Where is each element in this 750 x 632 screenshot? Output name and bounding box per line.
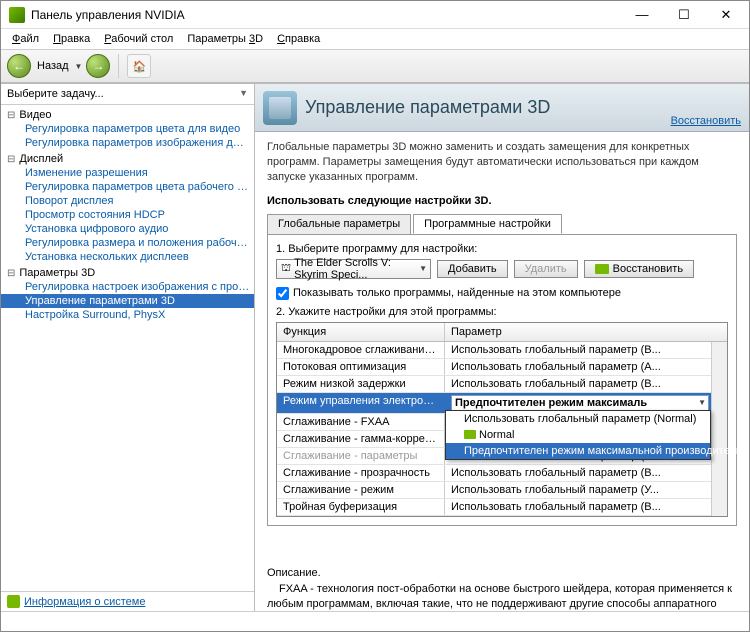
tree-item[interactable]: Установка нескольких дисплеев <box>1 250 254 264</box>
table-row[interactable]: Сглаживание - прозрачностьИспользовать г… <box>277 465 727 482</box>
settings-tabs: Глобальные параметры Программные настрой… <box>267 214 737 235</box>
tab-program[interactable]: Программные настройки <box>413 214 562 234</box>
table-row[interactable]: Тройная буферизацияИспользовать глобальн… <box>277 499 727 516</box>
step2-label: 2. Укажите настройки для этой программы: <box>276 306 728 318</box>
tree-item[interactable]: Регулировка параметров цвета рабочего ст… <box>1 180 254 194</box>
table-row[interactable]: Сглаживание - режимИспользовать глобальн… <box>277 482 727 499</box>
table-row[interactable]: Потоковая оптимизацияИспользовать глобал… <box>277 359 727 376</box>
desc-body: FXAA - технология пост-обработки на осно… <box>267 582 737 611</box>
tree-item[interactable]: Регулировка параметров цвета для видео <box>1 122 254 136</box>
back-button[interactable]: ← <box>7 54 31 78</box>
step1-label: 1. Выберите программу для настройки: <box>276 243 728 255</box>
tree-item[interactable]: Поворот дисплея <box>1 194 254 208</box>
maximize-button[interactable]: ☐ <box>663 2 705 28</box>
tree-item[interactable]: Просмотр состояния HDCP <box>1 208 254 222</box>
menu-bar: Файл Правка Рабочий стол Параметры 3D Сп… <box>1 29 749 49</box>
tree-item[interactable]: Установка цифрового аудио <box>1 222 254 236</box>
restore-program-button[interactable]: Восстановить <box>584 260 694 278</box>
page-description: Глобальные параметры 3D можно заменить и… <box>267 140 737 185</box>
show-only-label: Показывать только программы, найденные н… <box>293 287 621 299</box>
remove-button: Удалить <box>514 260 578 278</box>
nvidia-app-icon <box>9 7 25 23</box>
minimize-button[interactable]: — <box>621 2 663 28</box>
title-bar: Панель управления NVIDIA — ☐ ✕ <box>1 1 749 29</box>
menu-3d[interactable]: Параметры 3D <box>182 31 268 47</box>
tree-item[interactable]: Изменение разрешения <box>1 166 254 180</box>
back-label: Назад <box>37 60 69 72</box>
menu-help[interactable]: Справка <box>272 31 325 47</box>
task-label: Выберите задачу... <box>7 88 104 100</box>
tab-content: 1. Выберите программу для настройки: ⛫ T… <box>267 234 737 526</box>
tree-item[interactable]: Регулировка настроек изображения с просм… <box>1 280 254 294</box>
chevron-down-icon: ▼ <box>419 264 427 273</box>
program-select[interactable]: ⛫ The Elder Scrolls V: Skyrim Speci... ▼ <box>276 259 431 279</box>
tree-item[interactable]: Настройка Surround, PhysX <box>1 308 254 322</box>
page-title: Управление параметрами 3D <box>305 97 671 118</box>
window-title: Панель управления NVIDIA <box>31 8 621 22</box>
forward-button[interactable]: → <box>86 54 110 78</box>
col-function-header[interactable]: Функция <box>277 323 445 341</box>
system-info-link[interactable]: Информация о системе <box>24 596 145 608</box>
tab-global[interactable]: Глобальные параметры <box>267 214 411 234</box>
home-button[interactable]: 🏠 <box>127 54 151 78</box>
restore-defaults-link[interactable]: Восстановить <box>671 115 741 131</box>
program-select-value: The Elder Scrolls V: Skyrim Speci... <box>294 257 426 281</box>
tree-item[interactable]: Регулировка размера и положения рабочего… <box>1 236 254 250</box>
tree-group-Параметры 3D[interactable]: Параметры 3D <box>1 266 254 280</box>
menu-file[interactable]: Файл <box>7 31 44 47</box>
tree-item[interactable]: Управление параметрами 3D <box>1 294 254 308</box>
task-tree[interactable]: ВидеоРегулировка параметров цвета для ви… <box>1 105 254 591</box>
close-button[interactable]: ✕ <box>705 2 747 28</box>
status-bar <box>1 611 749 631</box>
table-scrollbar[interactable] <box>711 342 727 516</box>
dropdown-option[interactable]: Использовать глобальный параметр (Normal… <box>446 411 710 427</box>
show-only-checkbox[interactable] <box>276 287 289 300</box>
task-sidebar: Выберите задачу... ▼ ВидеоРегулировка па… <box>1 84 255 611</box>
header-3d-icon <box>263 91 297 125</box>
parameter-select[interactable]: Предпочтителен режим максималь▼ <box>451 395 709 411</box>
desc-heading: Описание. <box>267 566 737 581</box>
tree-item[interactable]: Регулировка параметров изображения для в… <box>1 136 254 150</box>
settings-table: Функция Параметр Многокадровое сглаживан… <box>276 322 728 517</box>
sidebar-collapse-icon[interactable]: ▼ <box>239 88 248 100</box>
dropdown-option[interactable]: Normal <box>446 427 710 443</box>
nvidia-logo-icon <box>7 595 20 608</box>
show-only-checkbox-row[interactable]: Показывать только программы, найденные н… <box>276 287 728 300</box>
col-parameter-header[interactable]: Параметр <box>445 323 727 341</box>
dropdown-option[interactable]: Предпочтителен режим максимальной произв… <box>446 443 710 459</box>
page-header: Управление параметрами 3D Восстановить <box>255 84 749 132</box>
menu-edit[interactable]: Правка <box>48 31 95 47</box>
back-history-dropdown[interactable]: ▼ <box>75 62 83 71</box>
table-row[interactable]: Многокадровое сглаживание (MFAA)Использо… <box>277 342 727 359</box>
help-description: Описание. FXAA - технология пост-обработ… <box>267 566 737 611</box>
add-button[interactable]: Добавить <box>437 260 508 278</box>
chevron-down-icon: ▼ <box>698 398 706 407</box>
parameter-dropdown[interactable]: Использовать глобальный параметр (Normal… <box>445 410 711 460</box>
tree-group-Видео[interactable]: Видео <box>1 108 254 122</box>
nav-toolbar: ← Назад ▼ → 🏠 <box>1 49 749 83</box>
main-panel: Управление параметрами 3D Восстановить Г… <box>255 84 749 611</box>
menu-desktop[interactable]: Рабочий стол <box>99 31 178 47</box>
table-row[interactable]: Режим низкой задержкиИспользовать глобал… <box>277 376 727 393</box>
settings-section-title: Использовать следующие настройки 3D. <box>267 195 737 207</box>
tree-group-Дисплей[interactable]: Дисплей <box>1 152 254 166</box>
